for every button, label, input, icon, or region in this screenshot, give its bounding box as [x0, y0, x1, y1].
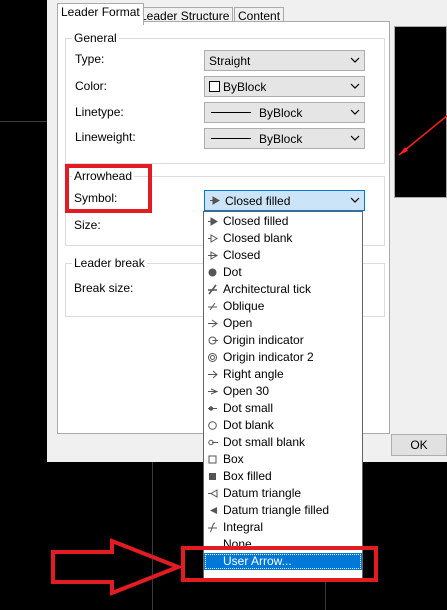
- dropdown-item-label: Datum triangle filled: [223, 503, 330, 517]
- chevron-down-icon: [350, 135, 360, 141]
- dropdown-item-label: Oblique: [223, 299, 265, 313]
- datum-triangle-filled-icon: [210, 507, 217, 514]
- dropdown-item-label: Right angle: [223, 367, 284, 381]
- chevron-down-icon: [350, 109, 360, 115]
- break-size-label: Break size:: [74, 281, 134, 295]
- line-sample-icon: [211, 112, 251, 113]
- dropdown-item[interactable]: Closed filled: [204, 213, 362, 230]
- arrowhead-symbol-dropdown[interactable]: Closed filled Closed blank Closed Dot Archit…: [203, 211, 363, 581]
- dropdown-item-label: Dot small: [223, 401, 274, 415]
- dot-icon: [208, 268, 217, 277]
- dropdown-item-label: Closed blank: [223, 231, 293, 245]
- dropdown-item[interactable]: Oblique: [204, 298, 362, 315]
- chevron-down-icon: [350, 197, 360, 203]
- tab-leader-format[interactable]: Leader Format: [57, 3, 144, 25]
- dropdown-item-label: Origin indicator: [223, 333, 304, 347]
- open-icon: [208, 319, 218, 328]
- dropdown-item[interactable]: Dot: [204, 264, 362, 281]
- dropdown-item[interactable]: Closed: [204, 247, 362, 264]
- dropdown-item-label: Dot blank: [223, 418, 274, 432]
- dropdown-item[interactable]: Origin indicator 2: [204, 349, 362, 366]
- dropdown-item-label: Closed: [223, 248, 261, 262]
- linetype-label: Linetype:: [75, 105, 124, 119]
- linetype-value: ByBlock: [259, 106, 303, 120]
- dropdown-item-label: Dot small blank: [223, 435, 306, 449]
- dropdown-item[interactable]: Closed blank: [204, 230, 362, 247]
- dropdown-item[interactable]: Open 30: [204, 383, 362, 400]
- closed-filled-icon: [210, 196, 220, 205]
- dropdown-item-label: Datum triangle: [223, 486, 302, 500]
- dot-blank-icon: [208, 421, 217, 430]
- dropdown-item[interactable]: Datum triangle filled: [204, 502, 362, 519]
- dropdown-item-label: Dot: [223, 265, 242, 279]
- type-combo[interactable]: Straight: [204, 50, 365, 71]
- linetype-combo[interactable]: ByBlock: [204, 102, 365, 123]
- line-sample-icon: [211, 138, 251, 139]
- dropdown-item[interactable]: Origin indicator: [204, 332, 362, 349]
- symbol-value: Closed filled: [225, 194, 291, 208]
- color-swatch: [209, 81, 220, 92]
- dropdown-item[interactable]: Dot blank: [204, 417, 362, 434]
- color-value: ByBlock: [223, 80, 267, 94]
- box-filled-icon: [209, 473, 216, 480]
- chevron-down-icon: [350, 83, 360, 89]
- lineweight-value: ByBlock: [259, 132, 303, 146]
- leader-preview-graphic: [398, 114, 447, 156]
- dot-small-icon: [208, 406, 217, 411]
- leader-break-group-title: Leader break: [72, 256, 147, 270]
- closed-filled-icon: [208, 217, 218, 226]
- dropdown-item[interactable]: Box filled: [204, 468, 362, 485]
- general-group-title: General: [72, 31, 119, 45]
- dropdown-item-label: Box filled: [223, 469, 272, 483]
- open-30-icon: [208, 388, 218, 395]
- architectural-tick-icon: [208, 284, 217, 295]
- dropdown-item-label: Closed filled: [223, 214, 289, 228]
- type-value: Straight: [209, 54, 251, 68]
- dropdown-item[interactable]: Dot small blank: [204, 434, 362, 451]
- lineweight-label: Lineweight:: [75, 130, 136, 144]
- origin-indicator-icon: [208, 336, 218, 345]
- chevron-down-icon: [350, 57, 360, 63]
- oblique-icon: [208, 302, 217, 311]
- dropdown-item[interactable]: Integral: [204, 519, 362, 536]
- datum-triangle-icon: [208, 489, 218, 498]
- lineweight-combo[interactable]: ByBlock: [204, 128, 365, 149]
- dropdown-item-label: Open: [223, 316, 253, 330]
- color-combo[interactable]: ByBlock: [204, 76, 365, 97]
- dropdown-item[interactable]: Architectural tick: [204, 281, 362, 298]
- dropdown-item-label: Architectural tick: [223, 282, 312, 296]
- user-arrow-highlight-box: [181, 546, 378, 582]
- ok-button[interactable]: OK: [391, 434, 447, 456]
- closed-icon: [208, 251, 218, 260]
- origin-indicator-2-icon: [208, 353, 217, 362]
- dropdown-item[interactable]: Right angle: [204, 366, 362, 383]
- box-icon: [208, 455, 217, 464]
- dropdown-item[interactable]: Open: [204, 315, 362, 332]
- dropdown-item-label: Open 30: [223, 384, 270, 398]
- color-label: Color:: [75, 79, 108, 93]
- dropdown-item-label: Integral: [223, 520, 264, 534]
- dropdown-item-label: Box: [223, 452, 244, 466]
- pointer-arrow-annotation: [51, 538, 182, 596]
- type-label: Type:: [75, 52, 105, 66]
- dropdown-item[interactable]: Box: [204, 451, 362, 468]
- size-label: Size:: [74, 218, 101, 232]
- dropdown-item[interactable]: Datum triangle: [204, 485, 362, 502]
- arrowhead-highlight-box: [65, 164, 152, 213]
- integral-icon: [208, 522, 217, 533]
- canvas-gridline: [0, 121, 47, 122]
- dropdown-item-label: Origin indicator 2: [223, 350, 314, 364]
- symbol-combo[interactable]: Closed filled: [204, 190, 365, 211]
- closed-blank-icon: [208, 234, 218, 243]
- right-angle-icon: [208, 370, 218, 379]
- dropdown-item[interactable]: Dot small: [204, 400, 362, 417]
- preview-pane: [394, 26, 447, 198]
- dot-small-blank-icon: [208, 439, 218, 446]
